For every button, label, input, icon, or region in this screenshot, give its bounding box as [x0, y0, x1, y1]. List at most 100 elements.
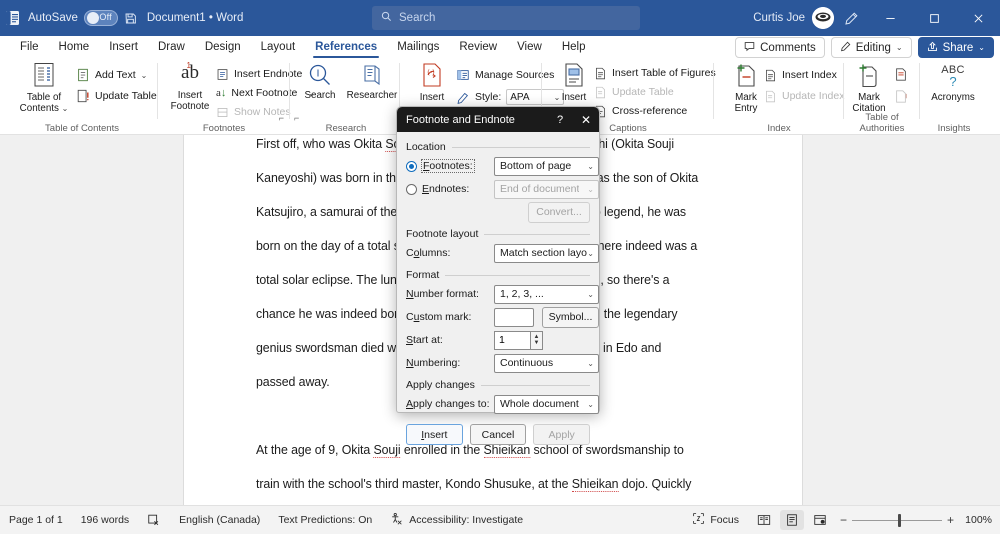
page-indicator[interactable]: Page 1 of 1 — [0, 514, 72, 526]
tab-draw[interactable]: Draw — [148, 36, 195, 59]
style-label: Style: — [475, 91, 502, 103]
footnotes-radio[interactable] — [406, 160, 417, 172]
zoom-track[interactable] — [851, 513, 942, 527]
tab-file[interactable]: File — [10, 36, 49, 59]
autosave-state: Off — [99, 12, 112, 22]
autosave-toggle[interactable]: Off — [83, 10, 118, 26]
endnotes-label[interactable]: Endnotes: — [422, 183, 469, 195]
pen-icon[interactable] — [834, 0, 868, 36]
start-at-value[interactable]: 1 — [494, 330, 530, 350]
table-of-contents-button[interactable]: Table of Contents ⌄ — [14, 62, 74, 118]
proofing-errors-icon[interactable] — [138, 513, 170, 527]
tab-help[interactable]: Help — [552, 36, 596, 59]
close-icon[interactable]: ✕ — [573, 113, 599, 127]
pencil-icon — [840, 41, 851, 55]
save-icon[interactable] — [118, 0, 144, 36]
section-header-footnote-layout: Footnote layout — [406, 228, 590, 240]
focus-icon — [692, 512, 705, 528]
zoom-level[interactable]: 100% — [962, 514, 992, 526]
insert-table-of-figures-button[interactable]: Insert Table of Figures — [594, 64, 716, 82]
insert-table-of-figures-label: Insert Table of Figures — [612, 67, 716, 79]
mark-citation-button[interactable]: Mark Citation — [844, 62, 894, 118]
number-format-dropdown[interactable]: 1, 2, 3, ... ⌄ — [494, 284, 599, 304]
read-mode-button[interactable] — [752, 510, 776, 530]
apply-changes-to-dropdown[interactable]: Whole document ⌄ — [494, 394, 599, 414]
spin-down-icon[interactable]: ▼ — [534, 340, 540, 346]
comments-button[interactable]: Comments — [735, 37, 825, 58]
footnotes-location-dropdown[interactable]: Bottom of page ⌄ — [494, 156, 599, 176]
custom-mark-input[interactable] — [494, 307, 534, 327]
language-indicator[interactable]: English (Canada) — [170, 514, 269, 526]
insert-footnote-button[interactable]: ab 1 Insert Footnote — [160, 61, 220, 118]
word-count[interactable]: 196 words — [72, 514, 138, 526]
zoom-thumb[interactable] — [897, 513, 901, 527]
search-input[interactable]: Search — [372, 6, 640, 30]
insert-table-of-authorities-button[interactable] — [894, 65, 908, 83]
table-of-contents-label: Table of Contents ⌄ — [19, 92, 69, 114]
footnotes-dialog-launcher[interactable]: ⌐ — [279, 113, 284, 123]
maximize-button[interactable] — [912, 0, 956, 36]
share-button[interactable]: Share ⌄ — [917, 37, 994, 58]
start-at-stepper[interactable]: 1 ▲ ▼ — [494, 330, 543, 350]
search-button[interactable]: Search — [294, 62, 346, 118]
columns-dropdown[interactable]: Match section layout ⌄ — [494, 243, 599, 263]
accessibility-indicator[interactable]: Accessibility: Investigate — [381, 512, 532, 529]
avatar[interactable] — [812, 7, 834, 29]
footnotes-label[interactable]: Footnotes: — [421, 159, 475, 173]
web-layout-button[interactable] — [808, 510, 832, 530]
insert-button[interactable]: Insert — [406, 424, 463, 445]
cross-reference-button[interactable]: Cross-reference — [594, 102, 687, 120]
tab-view[interactable]: View — [507, 36, 552, 59]
update-table-of-authorities-button — [894, 87, 908, 105]
tabstrip-right-cluster: Comments Editing ⌄ Share ⌄ — [735, 37, 994, 58]
tab-references[interactable]: References — [305, 36, 387, 59]
research-dialog-launcher[interactable]: ⌐ — [294, 113, 299, 123]
numbering-dropdown[interactable]: Continuous ⌄ — [494, 353, 599, 373]
user-name[interactable]: Curtis Joe — [753, 12, 805, 24]
row-columns: Columns: Match section layout ⌄ — [406, 243, 599, 263]
update-table-label: Update Table — [95, 90, 157, 102]
row-convert: Convert... — [406, 201, 590, 223]
row-custom-mark: Custom mark: Symbol... — [406, 306, 599, 328]
section-format: Format Number format: 1, 2, 3, ... ⌄ Cus… — [406, 269, 599, 373]
chevron-down-icon: ⌄ — [587, 248, 594, 258]
search-placeholder: Search — [399, 12, 436, 24]
tab-home[interactable]: Home — [49, 36, 100, 59]
researcher-button[interactable]: Researcher — [344, 62, 400, 118]
ribbon-group-table-of-authorities: Mark Citation Table of Authorities — [844, 59, 920, 135]
search-label: Search — [304, 90, 336, 101]
cancel-button[interactable]: Cancel — [469, 424, 527, 445]
close-button[interactable] — [956, 0, 1000, 36]
word-app-icon — [0, 0, 26, 36]
text-predictions-indicator[interactable]: Text Predictions: On — [269, 514, 381, 526]
footnote-and-endnote-dialog[interactable]: Footnote and Endnote ? ✕ Location Footno… — [396, 106, 600, 445]
tab-review[interactable]: Review — [449, 36, 507, 59]
zoom-out-button[interactable]: − — [840, 513, 847, 527]
zoom-slider[interactable]: − + — [840, 513, 954, 527]
tab-insert[interactable]: Insert — [99, 36, 148, 59]
symbol-button[interactable]: Symbol... — [542, 306, 599, 328]
group-label-insights: Insights — [937, 123, 971, 134]
insert-footnote-label: Insert Footnote — [170, 90, 210, 112]
zoom-in-button[interactable]: + — [947, 513, 954, 527]
print-layout-button[interactable] — [779, 510, 804, 530]
start-at-spin-buttons[interactable]: ▲ ▼ — [530, 330, 543, 350]
autosave-control[interactable]: AutoSave Off — [28, 10, 118, 26]
minimize-button[interactable] — [868, 0, 912, 36]
tab-layout[interactable]: Layout — [251, 36, 306, 59]
endnotes-radio[interactable] — [406, 183, 417, 195]
ribbon-group-insights: ABC ? Acronyms Insights — [920, 59, 988, 135]
add-text-button[interactable]: Add Text ⌄ — [76, 66, 147, 84]
ribbon-group-index: Mark Entry Insert Index Update Index Inde… — [714, 59, 844, 135]
dialog-title-bar[interactable]: Footnote and Endnote ? ✕ — [397, 107, 599, 132]
help-icon[interactable]: ? — [547, 114, 573, 126]
editing-mode-button[interactable]: Editing ⌄ — [830, 37, 912, 58]
manage-sources-button[interactable]: Manage Sources — [456, 66, 554, 84]
ribbon-group-research: Search Researcher Research ⌐ — [292, 59, 400, 135]
update-table-button[interactable]: Update Table — [76, 87, 157, 105]
tab-design[interactable]: Design — [195, 36, 251, 59]
tab-mailings[interactable]: Mailings — [387, 36, 449, 59]
acronyms-button[interactable]: ABC ? Acronyms — [922, 62, 984, 118]
focus-mode-button[interactable]: Focus — [683, 512, 748, 528]
insert-index-button[interactable]: Insert Index — [764, 66, 837, 84]
